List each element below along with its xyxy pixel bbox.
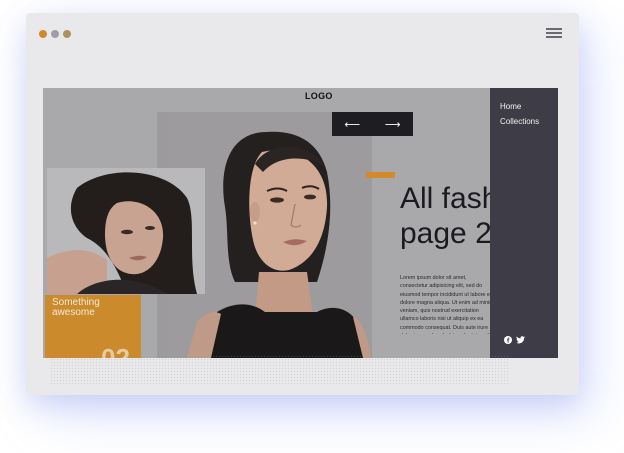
arrow-right-icon[interactable]: ⟶ xyxy=(379,118,407,131)
facebook-icon[interactable] xyxy=(504,336,512,344)
slider-arrows: ⟵ ⟶ xyxy=(332,112,413,136)
browser-window: LOGO ⟵ ⟶ All fash page 2 Lorem ipsum dol… xyxy=(26,13,579,395)
body-paragraph: Lorem ipsum dolor sit amet, consectetur … xyxy=(400,275,494,334)
twitter-icon[interactable] xyxy=(516,336,525,344)
promo-text: Something awesome xyxy=(52,297,100,318)
headline-line-2: page 2 xyxy=(400,217,492,250)
nav-item-home[interactable]: Home xyxy=(500,102,521,111)
page-headline: All fash page 2 xyxy=(400,181,498,251)
accent-bar xyxy=(366,172,395,178)
site-logo[interactable]: LOGO xyxy=(305,91,333,101)
hamburger-icon[interactable] xyxy=(546,28,562,38)
nav-item-collections[interactable]: Collections xyxy=(500,117,539,126)
sidebar-nav: Home Collections xyxy=(490,88,558,358)
promo-box: Something awesome 02 xyxy=(45,295,141,358)
window-dot-gray[interactable] xyxy=(51,30,59,38)
social-links xyxy=(504,336,525,344)
window-reflection xyxy=(50,355,510,385)
site-preview: LOGO ⟵ ⟶ All fash page 2 Lorem ipsum dol… xyxy=(43,88,558,358)
headline-line-1: All fash xyxy=(400,182,499,215)
arrow-left-icon[interactable]: ⟵ xyxy=(338,118,366,131)
window-dot-tan[interactable] xyxy=(63,30,71,38)
window-dot-orange[interactable] xyxy=(39,30,47,38)
thumbnail-portrait-image xyxy=(47,168,205,294)
